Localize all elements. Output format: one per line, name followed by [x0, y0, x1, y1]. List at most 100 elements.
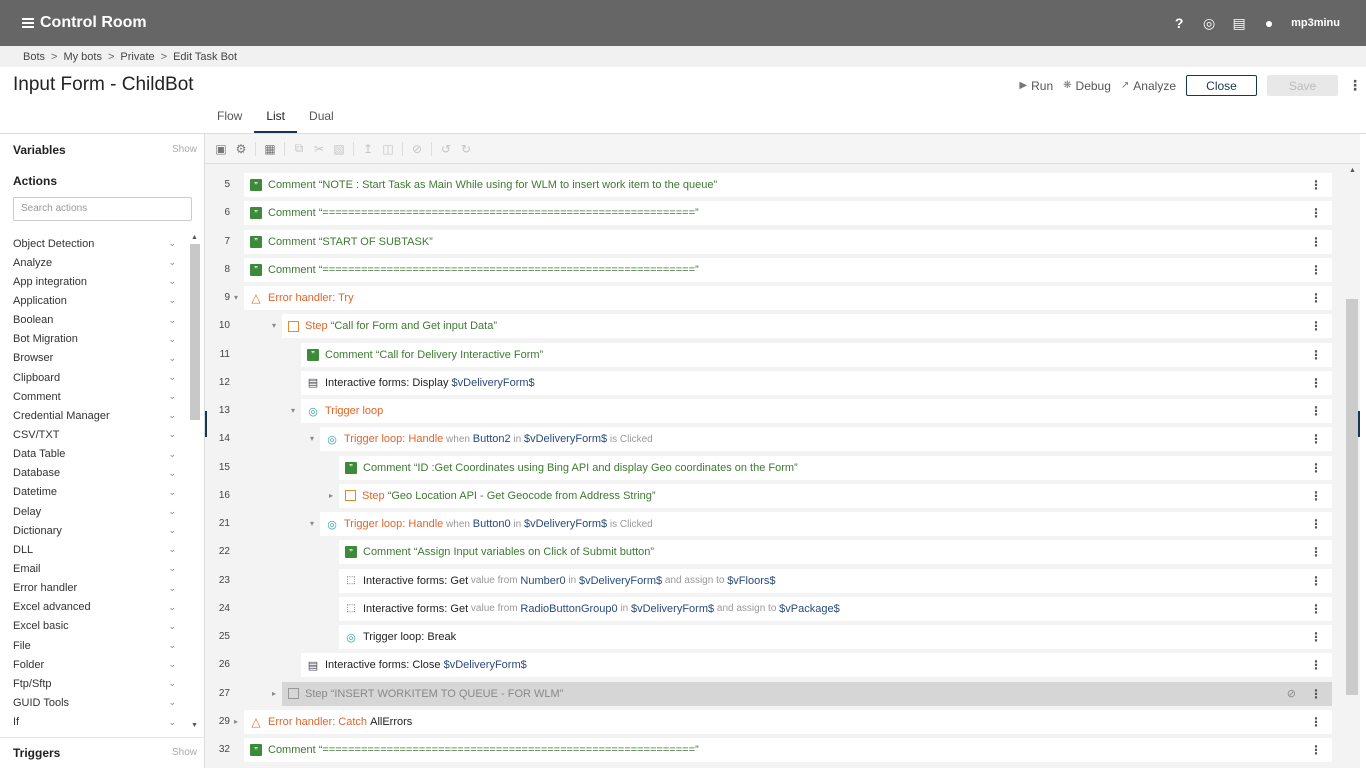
close-button[interactable]: Close [1186, 75, 1257, 96]
chevron-down-icon[interactable]: ⌄ [168, 276, 176, 287]
action-item[interactable]: Boolean ⌄ [0, 311, 186, 330]
line-menu-icon[interactable]: ⋮ [1310, 489, 1322, 503]
insert-icon[interactable]: ▦ [264, 142, 276, 156]
code-line[interactable]: 21 ▾ ◎ Trigger loop: Handle when Button0 in… [205, 512, 1345, 536]
line-menu-icon[interactable]: ⋮ [1310, 263, 1322, 277]
code-line[interactable]: 32 ” Comment “============================… [205, 738, 1345, 762]
code-line[interactable]: 25 ◎ Trigger loop: Break ⋮ [205, 625, 1345, 649]
action-card[interactable]: ” Comment “Call for Delivery Interactive … [301, 342, 1332, 367]
delete-icon[interactable]: ◫ [382, 142, 394, 156]
collapse-chevron-icon[interactable]: ▾ [234, 293, 238, 302]
action-card[interactable]: ▤ Interactive forms: Close $vDeliveryForm… [301, 653, 1332, 678]
chevron-down-icon[interactable]: ⌄ [168, 410, 176, 421]
paste-icon[interactable]: ▧ [333, 142, 345, 156]
chevron-down-icon[interactable]: ⌄ [168, 525, 176, 536]
disable-icon[interactable]: ⊘ [411, 142, 423, 156]
move-up-icon[interactable]: ↥ [362, 142, 374, 156]
action-item[interactable]: Application ⌄ [0, 291, 186, 310]
chevron-down-icon[interactable]: ⌄ [168, 468, 176, 479]
code-line[interactable]: 12 ▤ Interactive forms: Display $vDelivery… [205, 370, 1345, 395]
action-item[interactable]: Bot Migration ⌄ [0, 330, 186, 349]
action-card[interactable]: ” Comment “==============================… [244, 201, 1332, 226]
action-item[interactable]: Folder ⌄ [0, 655, 186, 674]
help-icon[interactable]: ? [1171, 15, 1187, 31]
run-button[interactable]: ▶ Run [1019, 79, 1053, 93]
line-menu-icon[interactable]: ⋮ [1310, 404, 1322, 418]
chevron-down-icon[interactable]: ⌄ [168, 621, 176, 632]
variables-show-link[interactable]: Show [172, 144, 197, 155]
chevron-down-icon[interactable]: ⌄ [168, 678, 176, 689]
action-item[interactable]: Dictionary ⌄ [0, 521, 186, 540]
scroll-thumb[interactable] [190, 244, 200, 420]
collapse-chevron-icon[interactable]: ▾ [291, 406, 295, 415]
copy-icon[interactable]: ⧉ [293, 141, 305, 156]
action-item[interactable]: Data Table ⌄ [0, 445, 186, 464]
code-line[interactable]: 14 ▾ ◎ Trigger loop: Handle when Button2 in… [205, 427, 1345, 452]
action-item[interactable]: File ⌄ [0, 636, 186, 655]
code-line[interactable]: 15 ” Comment “ID :Get Coordinates using Bi… [205, 455, 1345, 480]
save-button[interactable]: Save [1267, 75, 1338, 96]
cut-icon[interactable]: ✂ [313, 142, 325, 156]
expand-chevron-icon[interactable]: ▸ [329, 491, 333, 500]
expand-chevron-icon[interactable]: ▸ [272, 689, 276, 698]
app-brand[interactable]: Control Room [22, 14, 147, 32]
tab-dual[interactable]: Dual [297, 104, 346, 133]
analyze-button[interactable]: ↗ Analyze [1121, 79, 1176, 93]
notifications-icon[interactable]: ▤ [1231, 15, 1247, 32]
action-card[interactable]: Step “INSERT WORKITEM TO QUEUE - FOR WLM… [282, 681, 1332, 706]
action-item[interactable]: Excel advanced ⌄ [0, 598, 186, 617]
variables-header[interactable]: Variables [13, 143, 66, 157]
line-menu-icon[interactable]: ⋮ [1310, 630, 1322, 644]
code-line[interactable]: 5 ” Comment “NOTE : Start Task as Main Whi… [205, 173, 1345, 197]
chevron-down-icon[interactable]: ⌄ [168, 238, 176, 249]
debug-button[interactable]: ❋ Debug [1063, 79, 1111, 93]
code-line[interactable]: 24 ⬚ Interactive forms: Get value from Rad… [205, 596, 1345, 621]
chevron-down-icon[interactable]: ⌄ [168, 697, 176, 708]
code-line[interactable]: 7 ” Comment “START OF SUBTASK” ⋮ [205, 229, 1345, 254]
action-item[interactable]: Database ⌄ [0, 464, 186, 483]
code-line[interactable]: 11 ” Comment “Call for Delivery Interactiv… [205, 342, 1345, 367]
expand-chevron-icon[interactable]: ▸ [234, 717, 238, 726]
chevron-down-icon[interactable]: ⌄ [168, 372, 176, 383]
chevron-down-icon[interactable]: ⌄ [168, 353, 176, 364]
triggers-show-link[interactable]: Show [172, 747, 197, 758]
scroll-thumb[interactable] [1346, 299, 1358, 695]
collapse-chevron-icon[interactable]: ▾ [310, 519, 314, 528]
action-item[interactable]: App integration ⌄ [0, 272, 186, 291]
code-line[interactable]: 9 ▾ △ Error handler: Try ⋮ [205, 286, 1345, 310]
action-card[interactable]: ” Comment “NOTE : Start Task as Main Whil… [244, 173, 1332, 197]
line-menu-icon[interactable]: ⋮ [1310, 517, 1322, 531]
line-menu-icon[interactable]: ⋮ [1310, 687, 1322, 701]
search-actions-input[interactable]: Search actions [13, 197, 192, 221]
globe-icon[interactable]: ◎ [1201, 15, 1217, 32]
action-item[interactable]: DLL ⌄ [0, 540, 186, 559]
action-card[interactable]: ◎ Trigger loop: Handle when Button0 in $v… [320, 512, 1332, 536]
action-item[interactable]: Ftp/Sftp ⌄ [0, 674, 186, 693]
code-line[interactable]: 29 ▸ △ Error handler: Catch AllErrors ⋮ [205, 709, 1345, 734]
line-menu-icon[interactable]: ⋮ [1310, 291, 1322, 305]
code-line[interactable]: 16 ▸ Step “Geo Location API - Get Geocode … [205, 483, 1345, 508]
chevron-down-icon[interactable]: ⌄ [168, 640, 176, 651]
universal-recorder-icon[interactable]: ⚙ [235, 142, 247, 156]
line-menu-icon[interactable]: ⋮ [1310, 461, 1322, 475]
code-line[interactable]: 22 ” Comment “Assign Input variables on Cl… [205, 540, 1345, 565]
chevron-down-icon[interactable]: ⌄ [168, 429, 176, 440]
action-item[interactable]: Email ⌄ [0, 559, 186, 578]
code-line[interactable]: 26 ▤ Interactive forms: Close $vDeliveryFo… [205, 653, 1345, 678]
action-card[interactable]: ▤ Interactive forms: Display $vDeliveryFo… [301, 370, 1332, 395]
chevron-down-icon[interactable]: ⌄ [168, 583, 176, 594]
action-card[interactable]: △ Error handler: Catch AllErrors ⋮ [244, 709, 1332, 734]
chevron-down-icon[interactable]: ⌄ [168, 391, 176, 402]
more-options-icon[interactable]: ⋮ [1348, 77, 1362, 94]
menu-icon[interactable] [22, 18, 34, 28]
chevron-down-icon[interactable]: ⌄ [168, 602, 176, 613]
action-item[interactable]: Delay ⌄ [0, 502, 186, 521]
user-name[interactable]: mp3minu [1291, 17, 1340, 29]
undo-icon[interactable]: ↺ [440, 142, 452, 156]
action-item[interactable]: Excel basic ⌄ [0, 617, 186, 636]
editor-scrollbar[interactable]: ▲ [1345, 164, 1360, 768]
action-item[interactable]: If ⌄ [0, 713, 186, 729]
scroll-up-icon[interactable]: ▲ [191, 234, 198, 241]
chevron-down-icon[interactable]: ⌄ [168, 295, 176, 306]
redo-icon[interactable]: ↻ [460, 142, 472, 156]
